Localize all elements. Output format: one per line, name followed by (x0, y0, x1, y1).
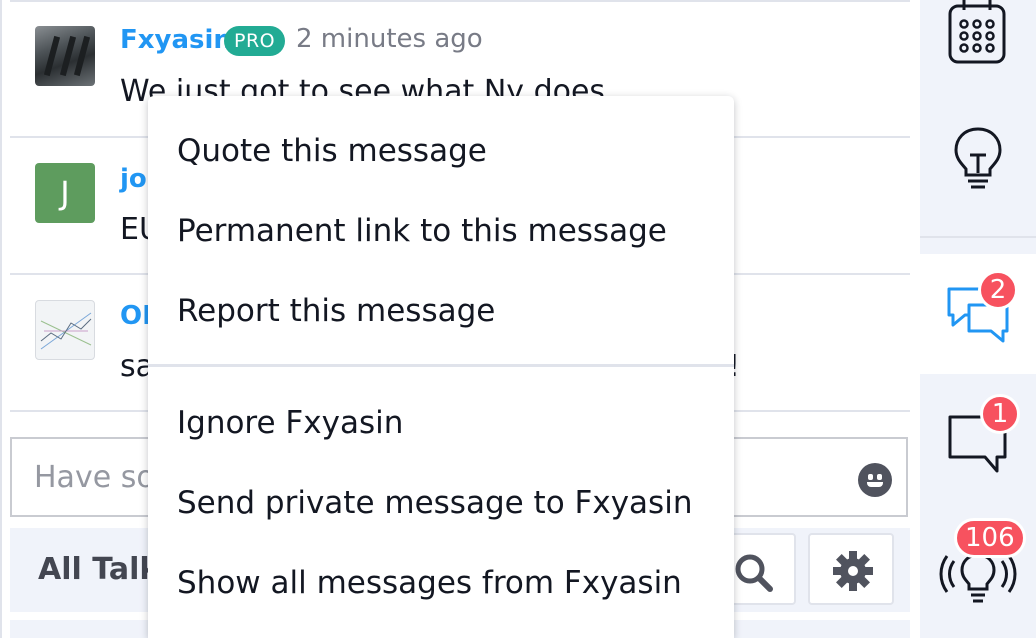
settings-button[interactable] (808, 533, 894, 605)
private-messages-button[interactable]: 1 (920, 378, 1036, 498)
message-username[interactable]: jo (120, 164, 147, 194)
lightbulb-icon (954, 127, 1002, 189)
avatar-letter: J (60, 174, 70, 212)
menu-item-private-message[interactable]: Send private message to Fxyasin (148, 463, 734, 543)
emoji-icon[interactable] (858, 463, 892, 497)
chart-thumbnail-icon (40, 312, 92, 350)
menu-divider (148, 364, 734, 367)
avatar[interactable] (35, 300, 95, 360)
message-username[interactable]: Fxyasin (120, 25, 232, 55)
menu-item-permanent-link[interactable]: Permanent link to this message (148, 191, 734, 271)
notification-badge: 1 (980, 394, 1020, 434)
right-sidebar: 2 1 106 (920, 0, 1036, 638)
menu-item-ignore-user[interactable]: Ignore Fxyasin (148, 383, 734, 463)
chat-left-border (0, 0, 2, 638)
calendar-icon (948, 0, 1006, 64)
avatar[interactable] (35, 26, 95, 86)
menu-item-show-all-messages[interactable]: Show all messages from Fxyasin (148, 543, 734, 623)
gear-icon (833, 551, 873, 591)
idea-stream-button[interactable]: 106 (920, 512, 1036, 632)
message-timestamp[interactable]: 2 minutes ago (296, 24, 483, 54)
notification-badge: 2 (978, 270, 1018, 310)
notification-badge: 106 (954, 518, 1026, 558)
menu-item-quote[interactable]: Quote this message (148, 111, 734, 191)
chat-room-selector[interactable]: All Talk (38, 552, 159, 587)
divider (920, 236, 1036, 238)
message-context-menu: Quote this message Permanent link to thi… (148, 96, 734, 638)
avatar[interactable]: J (35, 163, 95, 223)
calendar-button[interactable] (920, 0, 1036, 92)
ideas-button[interactable] (920, 98, 1036, 218)
pro-badge: PRO (224, 26, 286, 56)
chat-button[interactable]: 2 (920, 254, 1036, 374)
menu-item-report[interactable]: Report this message (148, 271, 734, 351)
